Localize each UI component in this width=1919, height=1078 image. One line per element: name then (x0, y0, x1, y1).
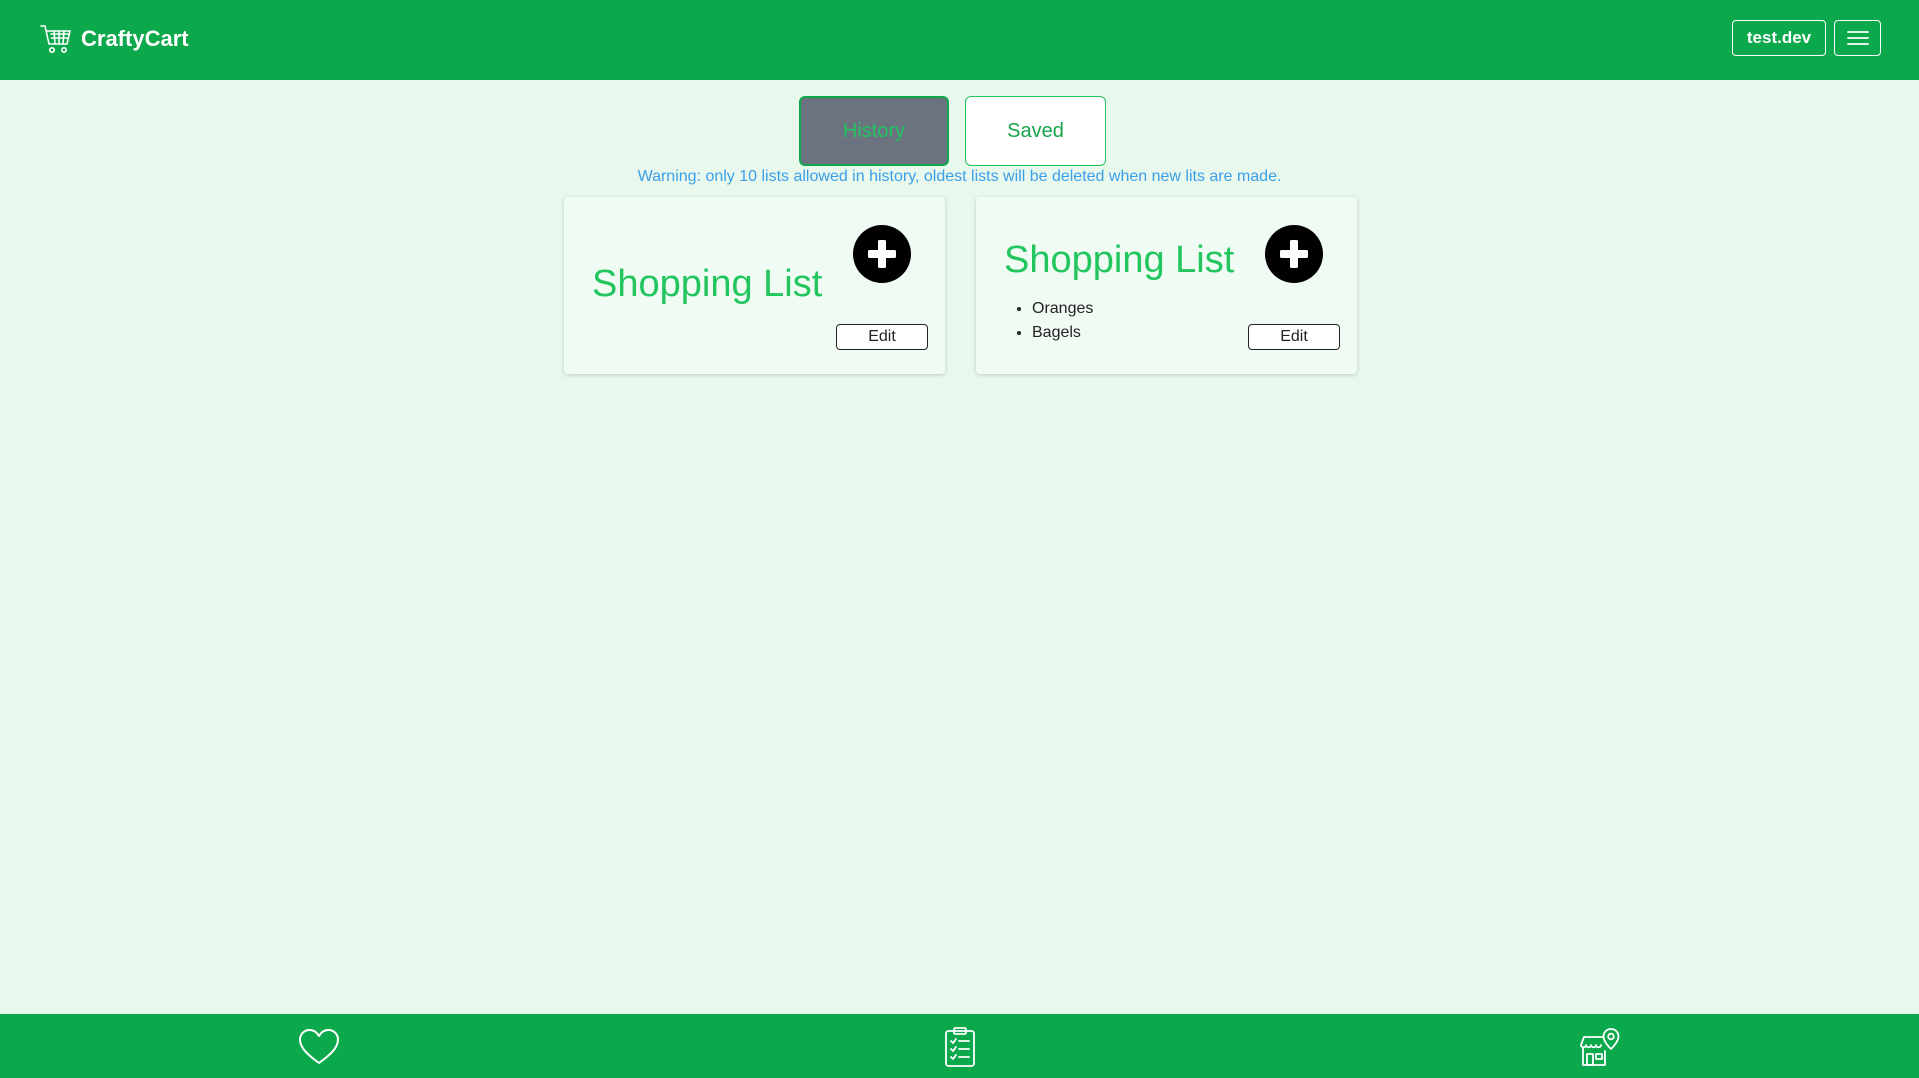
nav-lists-button[interactable] (939, 1026, 981, 1068)
plus-icon (1280, 240, 1308, 268)
shopping-list-card: Shopping List Oranges Bagels Edit (976, 197, 1357, 374)
edit-list-button[interactable]: Edit (836, 324, 928, 350)
plus-icon (868, 240, 896, 268)
shopping-cart-icon (40, 25, 71, 53)
bottom-navbar (0, 1014, 1919, 1078)
list-items: Oranges Bagels (1004, 297, 1093, 345)
shopping-list-card: Shopping List Edit (564, 197, 945, 374)
history-limit-warning: Warning: only 10 lists allowed in histor… (637, 168, 1282, 185)
card-title: Shopping List (1004, 239, 1235, 281)
clipboard-checklist-icon (945, 1027, 975, 1067)
tab-saved[interactable]: Saved (965, 96, 1106, 166)
card-title: Shopping List (592, 263, 823, 305)
brand-name: CraftyCart (81, 26, 189, 51)
tab-history[interactable]: History (799, 96, 949, 166)
nav-stores-button[interactable] (1579, 1026, 1621, 1068)
top-navbar: CraftyCart test.dev (0, 0, 1919, 80)
list-item: Bagels (1032, 321, 1093, 345)
nav-saved-button[interactable] (298, 1026, 340, 1068)
list-item: Oranges (1032, 297, 1093, 321)
add-item-button[interactable] (1265, 225, 1323, 283)
heart-icon (299, 1029, 339, 1064)
brand-link[interactable]: CraftyCart (39, 22, 189, 56)
add-item-button[interactable] (853, 225, 911, 283)
hamburger-menu-icon (1846, 31, 1869, 45)
edit-list-button[interactable]: Edit (1248, 324, 1340, 350)
menu-toggle-button[interactable] (1834, 20, 1881, 56)
store-location-icon (1580, 1028, 1620, 1066)
user-account-button[interactable]: test.dev (1732, 20, 1826, 56)
